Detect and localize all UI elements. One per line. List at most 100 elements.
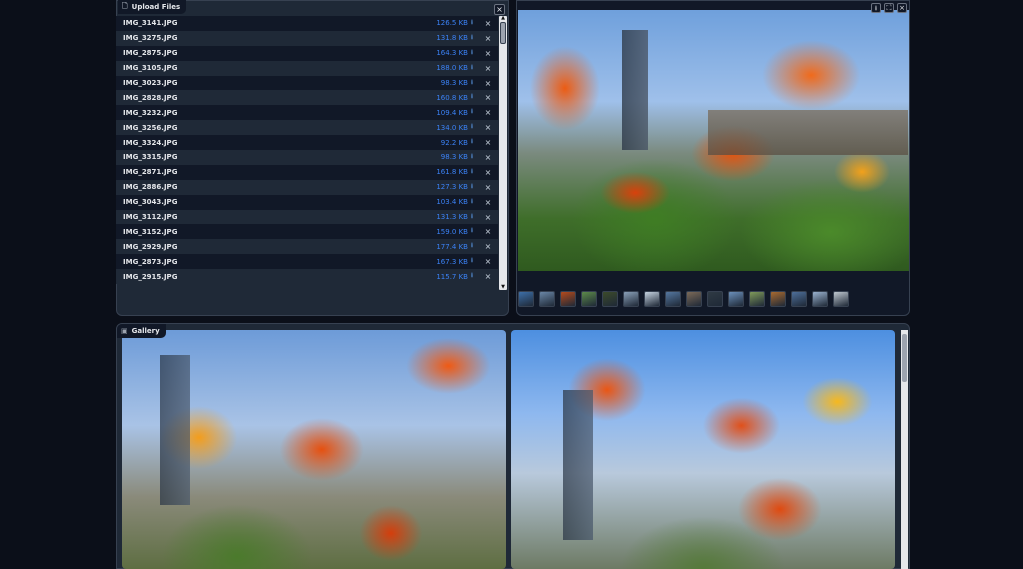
clear-uploads-button[interactable]: × (494, 4, 505, 15)
remove-file-button[interactable]: × (478, 138, 498, 147)
file-size-link[interactable]: 131.8 KB (408, 34, 468, 42)
file-row: IMG_3112.JPG 131.3 KB ⭳ × (116, 209, 498, 225)
file-row: IMG_3141.JPG 126.5 KB ⭳ × (116, 16, 498, 31)
close-preview-icon[interactable]: × (897, 3, 907, 13)
thumbnail[interactable] (791, 291, 807, 307)
file-row: IMG_2915.JPG 115.7 KB ⭳ × (116, 269, 498, 285)
thumbnail[interactable] (665, 291, 681, 307)
file-size-link[interactable]: 161.8 KB (408, 168, 468, 176)
file-name: IMG_3105.JPG (123, 64, 178, 73)
file-name: IMG_3112.JPG (123, 213, 178, 222)
download-icon[interactable]: ⭳ (468, 271, 476, 282)
thumbnail[interactable] (602, 291, 618, 307)
thumbnail[interactable] (539, 291, 555, 307)
gallery-scrollbar-thumb[interactable] (902, 334, 907, 382)
remove-file-button[interactable]: × (478, 198, 498, 207)
remove-file-button[interactable]: × (478, 19, 498, 28)
download-icon[interactable]: ⭳ (468, 241, 476, 252)
download-icon[interactable]: ⭳ (468, 92, 476, 103)
remove-file-button[interactable]: × (478, 213, 498, 222)
remove-file-button[interactable]: × (478, 79, 498, 88)
remove-file-button[interactable]: × (478, 227, 498, 236)
thumbnail[interactable] (623, 291, 639, 307)
download-icon[interactable]: ⭳ (468, 137, 476, 148)
thumbnail[interactable] (728, 291, 744, 307)
file-list: IMG_3141.JPG 126.5 KB ⭳ × IMG_3275.JPG 131.8 … (116, 16, 498, 289)
file-name: IMG_2871.JPG (123, 168, 178, 177)
download-icon[interactable]: ⭳ (468, 212, 476, 223)
thumbnail[interactable] (686, 291, 702, 307)
gallery-image[interactable] (511, 330, 895, 569)
preview-image-building (622, 30, 648, 150)
gallery-image-building (563, 390, 593, 540)
file-size-link[interactable]: 126.5 KB (408, 19, 468, 27)
thumbnail[interactable] (833, 291, 849, 307)
fullscreen-icon[interactable]: ⛶ (884, 3, 894, 13)
download-icon[interactable]: ⭳ (468, 78, 476, 89)
file-list-scrollbar[interactable]: ▲ ▼ (499, 15, 507, 290)
remove-file-button[interactable]: × (478, 153, 498, 162)
file-size-link[interactable]: 98.3 KB (408, 79, 468, 87)
file-row: IMG_3232.JPG 109.4 KB ⭳ × (116, 105, 498, 121)
remove-file-button[interactable]: × (478, 242, 498, 251)
file-size-link[interactable]: 115.7 KB (408, 273, 468, 281)
file-row: IMG_2871.JPG 161.8 KB ⭳ × (116, 164, 498, 180)
file-row: IMG_3152.JPG 159.0 KB ⭳ × (116, 224, 498, 240)
download-icon[interactable]: ⭳ (468, 63, 476, 74)
remove-file-button[interactable]: × (478, 257, 498, 266)
download-icon[interactable]: ⭳ (468, 18, 476, 29)
thumbnail[interactable] (749, 291, 765, 307)
thumbnail[interactable] (770, 291, 786, 307)
remove-file-button[interactable]: × (478, 93, 498, 102)
thumbnail[interactable] (644, 291, 660, 307)
download-icon[interactable]: ⭳ (468, 107, 476, 118)
scroll-up-arrow-icon[interactable]: ▲ (499, 15, 507, 21)
file-size-link[interactable]: 177.4 KB (408, 243, 468, 251)
download-icon[interactable]: ⭳ (468, 197, 476, 208)
download-icon[interactable]: ⭳ (468, 167, 476, 178)
scrollbar-thumb[interactable] (500, 22, 506, 44)
download-icon[interactable]: ⭳ (468, 122, 476, 133)
thumbnail[interactable] (581, 291, 597, 307)
gallery-scrollbar[interactable] (901, 330, 908, 569)
file-size-link[interactable]: 159.0 KB (408, 228, 468, 236)
download-icon[interactable]: ⭳ (468, 182, 476, 193)
thumbnail[interactable] (560, 291, 576, 307)
file-size-link[interactable]: 98.3 KB (408, 153, 468, 161)
file-size-link[interactable]: 103.4 KB (408, 198, 468, 206)
download-icon[interactable]: ⭳ (871, 3, 881, 13)
file-size-link[interactable]: 160.8 KB (408, 94, 468, 102)
thumbnail[interactable] (707, 291, 723, 307)
scroll-down-arrow-icon[interactable]: ▼ (499, 284, 507, 290)
remove-file-button[interactable]: × (478, 123, 498, 132)
remove-file-button[interactable]: × (478, 49, 498, 58)
thumbnail[interactable] (518, 291, 534, 307)
thumbnail[interactable] (812, 291, 828, 307)
download-icon[interactable]: ⭳ (468, 256, 476, 267)
gallery-image[interactable] (122, 330, 506, 569)
file-size-link[interactable]: 127.3 KB (408, 183, 468, 191)
remove-file-button[interactable]: × (478, 168, 498, 177)
file-size-link[interactable]: 131.3 KB (408, 213, 468, 221)
remove-file-button[interactable]: × (478, 108, 498, 117)
remove-file-button[interactable]: × (478, 272, 498, 281)
remove-file-button[interactable]: × (478, 183, 498, 192)
file-row: IMG_3275.JPG 131.8 KB ⭳ × (116, 30, 498, 46)
file-icon: 🗋 (122, 1, 128, 10)
download-icon[interactable]: ⭳ (468, 33, 476, 44)
gallery-image-building (160, 355, 190, 505)
file-size-link[interactable]: 92.2 KB (408, 139, 468, 147)
upload-files-label: 🗋 Upload Files (118, 0, 187, 14)
remove-file-button[interactable]: × (478, 34, 498, 43)
download-icon[interactable]: ⭳ (468, 226, 476, 237)
file-name: IMG_3023.JPG (123, 79, 178, 87)
download-icon[interactable]: ⭳ (468, 152, 476, 163)
file-size-link[interactable]: 134.0 KB (408, 124, 468, 132)
file-size-link[interactable]: 167.3 KB (408, 258, 468, 266)
remove-file-button[interactable]: × (478, 64, 498, 73)
download-icon[interactable]: ⭳ (468, 48, 476, 59)
file-size-link[interactable]: 188.0 KB (408, 64, 468, 72)
file-name: IMG_2915.JPG (123, 272, 178, 281)
file-size-link[interactable]: 164.3 KB (408, 49, 468, 57)
file-size-link[interactable]: 109.4 KB (408, 109, 468, 117)
